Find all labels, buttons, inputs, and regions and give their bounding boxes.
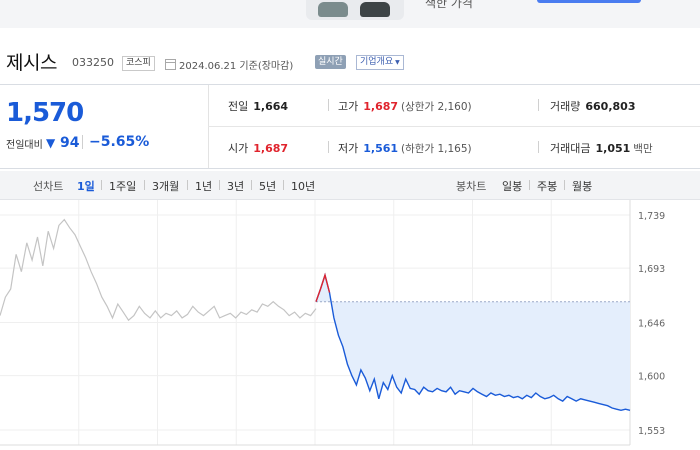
divider: [538, 141, 539, 153]
volume: 거래량 660,803: [550, 98, 635, 114]
market-badge: 코스피: [122, 56, 155, 71]
divider: [328, 141, 329, 153]
divider: [82, 135, 83, 149]
prev-close-label: 전일: [228, 100, 249, 113]
current-price: 1,570: [6, 98, 84, 128]
open-price: 시가 1,687: [228, 140, 288, 156]
high-price: 고가 1,687 (상한가 2,160): [338, 98, 472, 114]
stock-name: 제시스: [6, 52, 57, 74]
divider: [538, 99, 539, 111]
divider: [219, 180, 220, 190]
calendar-icon: [165, 59, 176, 70]
quote-box: 1,570 전일대비 ▼ 94 −5.65% 전일 1,664 고가 1,687 (상…: [0, 84, 700, 169]
change-amount: 94: [60, 135, 80, 151]
high-value: 1,687: [363, 100, 399, 113]
tab-1-day[interactable]: 1일: [77, 178, 95, 194]
company-overview-label: 기업개요: [360, 57, 394, 67]
amount-unit: 백만: [633, 143, 653, 155]
quote-row-2: 시가 1,687 저가 1,561 (하한가 1,165) 거래대금 1,051 백만: [208, 127, 700, 168]
company-overview-button[interactable]: 기업개요 ▼: [356, 55, 404, 70]
realtime-badge: 실시간: [315, 55, 346, 69]
y-axis-ticks: 1,739 1,693 1,646 1,600 1,553: [638, 211, 665, 437]
chevron-down-icon: ▼: [395, 59, 400, 66]
divider: [251, 180, 252, 190]
candle-chart-label: 봉차트: [456, 180, 487, 193]
volume-label: 거래량: [550, 100, 581, 113]
ad-caption[interactable]: 색한 가격: [425, 0, 473, 11]
change-rate: −5.65%: [89, 134, 150, 150]
prev-close: 전일 1,664: [228, 98, 288, 114]
divider: [144, 180, 145, 190]
ad-image[interactable]: [306, 0, 404, 20]
divider: [328, 99, 329, 111]
tab-monthly-candle[interactable]: 월봉: [572, 178, 592, 194]
quote-row-1: 전일 1,664 고가 1,687 (상한가 2,160) 거래량 660,803: [208, 85, 700, 127]
volume-value: 660,803: [585, 100, 636, 113]
low-label: 저가: [338, 142, 359, 155]
divider: [283, 180, 284, 190]
tab-weekly-candle[interactable]: 주봉: [537, 178, 557, 194]
down-arrow-icon: ▼: [46, 136, 56, 150]
y-tick-label: 1,693: [638, 264, 665, 275]
compare-label: 전일대비: [6, 140, 43, 151]
stock-code: 033250: [72, 56, 114, 69]
y-tick-label: 1,646: [638, 319, 665, 330]
date-text: 2024.06.21 기준(장마감): [179, 61, 294, 72]
prev-close-value: 1,664: [253, 100, 289, 113]
stock-header: 제시스 033250 코스피 2024.06.21 기준(장마감) 실시간 기업…: [0, 44, 700, 80]
price-panel: 1,570 전일대비 ▼ 94 −5.65%: [0, 85, 209, 168]
low-value: 1,561: [363, 142, 399, 155]
divider: [529, 180, 530, 190]
upper-limit: (상한가 2,160): [401, 101, 472, 113]
open-label: 시가: [228, 142, 249, 155]
tab-10-years[interactable]: 10년: [291, 178, 315, 194]
tab-daily-candle[interactable]: 일봉: [502, 178, 522, 194]
price-chart[interactable]: 1,739 1,693 1,646 1,600 1,553: [0, 200, 700, 450]
tab-1-week[interactable]: 1주일: [109, 178, 136, 194]
trade-amount: 거래대금 1,051 백만: [550, 140, 653, 156]
ad-banner[interactable]: 색한 가격: [0, 0, 700, 28]
line-chart-label: 선차트: [33, 180, 64, 193]
car-icon: [360, 2, 390, 17]
chart-period-bar: 선차트 1일 1주일 3개월 1년 3년 5년 10년 봉차트 일봉 주봉 월봉: [0, 171, 700, 200]
divider: [101, 180, 102, 190]
high-label: 고가: [338, 100, 359, 113]
ad-button[interactable]: [537, 0, 641, 3]
car-icon: [318, 2, 348, 17]
tab-3-months[interactable]: 3개월: [152, 178, 179, 194]
tab-5-years[interactable]: 5년: [259, 178, 276, 194]
tab-3-years[interactable]: 3년: [227, 178, 244, 194]
amount-label: 거래대금: [550, 142, 591, 155]
open-value: 1,687: [253, 142, 289, 155]
y-tick-label: 1,553: [638, 426, 665, 437]
amount-value: 1,051: [595, 142, 631, 155]
lower-limit: (하한가 1,165): [401, 143, 472, 155]
tab-1-year[interactable]: 1년: [195, 178, 212, 194]
divider: [187, 180, 188, 190]
y-tick-label: 1,600: [638, 372, 665, 383]
divider: [564, 180, 565, 190]
low-price: 저가 1,561 (하한가 1,165): [338, 140, 472, 156]
y-tick-label: 1,739: [638, 211, 665, 222]
